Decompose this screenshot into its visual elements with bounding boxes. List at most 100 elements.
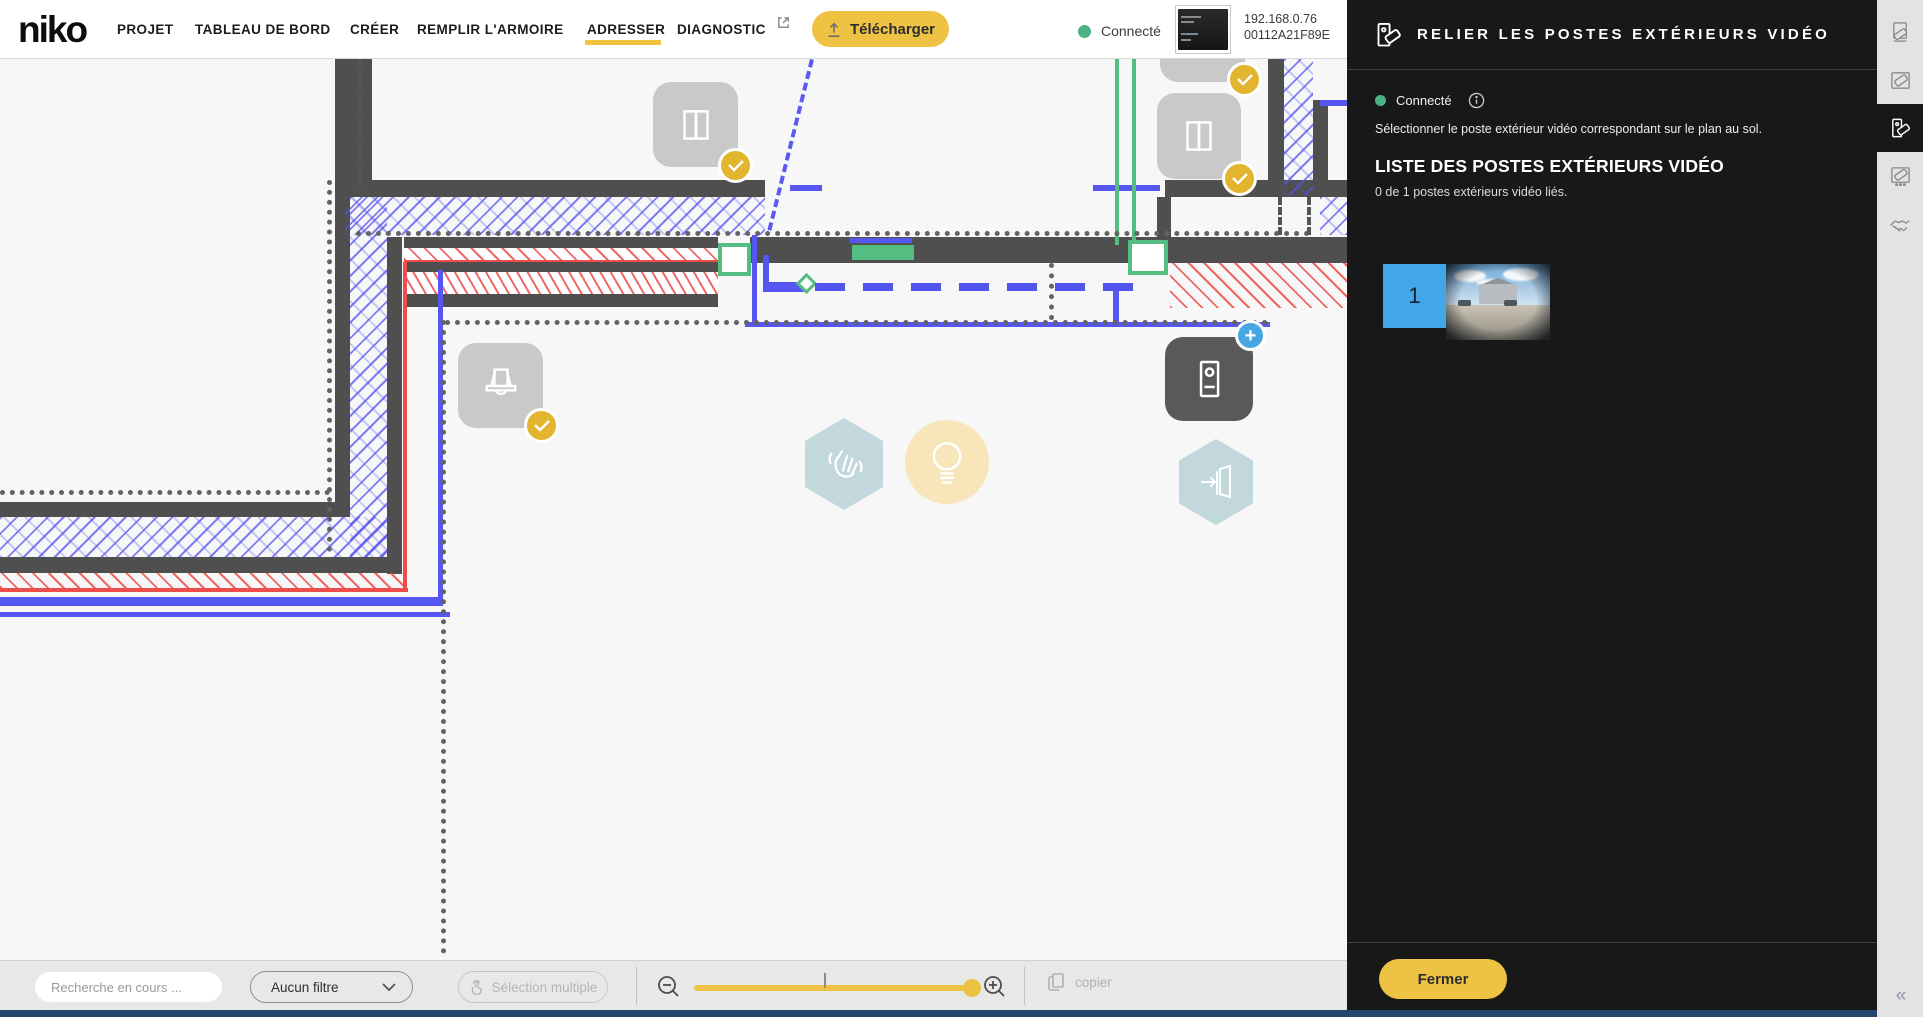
panel-status-label: Connecté <box>1396 93 1452 108</box>
copy-icon <box>1046 971 1066 993</box>
floorplan-blue-line <box>0 612 450 617</box>
floorplan-hatch-red <box>0 573 404 588</box>
nav-diagnostic[interactable]: DIAGNOSTIC <box>677 0 766 59</box>
floorplan-wall <box>1313 100 1328 197</box>
panel-title: RELIER LES POSTES EXTÉRIEURS VIDÉO <box>1417 26 1830 43</box>
floorplan-wall <box>404 262 718 272</box>
floorplan-green-line <box>1115 59 1119 245</box>
zoom-slider[interactable] <box>694 985 972 991</box>
controller-ip: 192.168.0.76 <box>1244 11 1330 27</box>
status-label: Connecté <box>1101 23 1161 39</box>
floorplan-dashed-line <box>358 59 362 187</box>
device-icon-hand-wave[interactable] <box>805 418 883 510</box>
controller-thumbnail <box>1175 5 1231 54</box>
tab-address-label-icon[interactable] <box>1877 56 1923 104</box>
controller-image <box>1178 9 1228 50</box>
doorstation-camera-thumbnail <box>1446 264 1550 340</box>
floorplan-blue-line <box>1320 100 1347 106</box>
tab-handshake-icon[interactable] <box>1877 201 1923 249</box>
check-badge-icon <box>1227 62 1262 97</box>
floorplan-blue-line <box>790 185 822 191</box>
panel-connection-status: Connecté <box>1375 92 1485 109</box>
tab-link-doorstation-icon[interactable] <box>1877 104 1923 152</box>
info-icon[interactable] <box>1468 92 1485 109</box>
filter-dropdown[interactable]: Aucun filtre <box>250 971 413 1003</box>
nav-tableau-de-bord[interactable]: TABLEAU DE BORD <box>195 0 331 59</box>
zoom-out-button[interactable] <box>656 974 682 1000</box>
floorplan-wall <box>0 557 402 573</box>
panel-count-text: 0 de 1 postes extérieurs vidéo liés. <box>1375 185 1567 199</box>
floorplan-dotted-line <box>441 320 446 954</box>
floorplan-dotted-line <box>445 320 1268 325</box>
floorplan-red-line <box>0 588 408 592</box>
device-icon-light[interactable] <box>905 420 989 504</box>
light-bulb-icon <box>922 437 972 487</box>
check-badge-icon <box>718 148 753 183</box>
multi-select-button[interactable]: Sélection multiple <box>458 971 608 1003</box>
controller-id: 00112A21F89E <box>1244 27 1330 43</box>
nav-projet[interactable]: PROJET <box>117 0 173 59</box>
controller-address: 192.168.0.76 00112A21F89E <box>1244 11 1330 43</box>
search-input[interactable] <box>35 972 222 1002</box>
niko-logo: niko <box>18 9 86 51</box>
floorplan-blue-line <box>0 597 443 606</box>
floorplan-hatch-red <box>404 248 718 262</box>
bottom-toolbar: Aucun filtre Sélection multiple copier <box>0 960 1347 1010</box>
floorplan-wall <box>335 59 372 187</box>
floorplan-green-bar <box>852 245 914 260</box>
copy-button[interactable]: copier <box>1046 971 1112 993</box>
tab-address-devices-icon[interactable] <box>1877 8 1923 56</box>
device-icon-door-access[interactable] <box>1179 439 1253 525</box>
floorplan-blue-line <box>752 235 757 325</box>
download-label: Télécharger <box>850 21 935 38</box>
toolbar-divider <box>1024 967 1025 1005</box>
top-navigation-bar: niko PROJET TABLEAU DE BORD CRÉER REMPLI… <box>0 0 1347 59</box>
floorplan-hatch-blue <box>1284 59 1313 195</box>
floorplan-canvas[interactable]: + <box>0 59 1347 960</box>
floorplan-blue-line <box>850 238 912 243</box>
floorplan-hatch-red <box>1170 263 1347 308</box>
filter-label: Aucun filtre <box>271 980 339 995</box>
bottom-edge-strip <box>0 1010 1877 1017</box>
add-link-badge[interactable]: + <box>1235 320 1266 351</box>
doorstation-number: 1 <box>1383 264 1446 328</box>
check-badge-icon <box>524 408 559 443</box>
floorplan-dotted-line <box>327 180 332 552</box>
tab-address-tag-icon[interactable] <box>1877 152 1923 200</box>
zoom-in-button[interactable] <box>982 974 1008 1000</box>
multi-select-label: Sélection multiple <box>492 980 598 995</box>
panel-header: RELIER LES POSTES EXTÉRIEURS VIDÉO <box>1347 0 1877 70</box>
link-doorstation-icon <box>1375 21 1403 49</box>
floorplan-wall <box>1268 59 1284 195</box>
floorplan-wall <box>404 237 718 248</box>
zoom-slider-handle[interactable] <box>963 979 981 997</box>
door-enter-icon <box>1194 460 1238 504</box>
toolbar-divider <box>636 967 637 1005</box>
panel-description: Sélectionner le poste extérieur vidéo co… <box>1375 122 1835 136</box>
floorplan-dashed-line <box>1278 197 1282 235</box>
panel-list-title: LISTE DES POSTES EXTÉRIEURS VIDÉO <box>1375 156 1724 177</box>
nav-creer[interactable]: CRÉER <box>350 0 399 59</box>
switch-icon <box>673 102 719 148</box>
status-dot-icon <box>1375 95 1386 106</box>
doorstation-list-item[interactable]: 1 <box>1383 264 1550 340</box>
floorplan-red-line <box>403 262 407 592</box>
collapse-panel-button[interactable]: « <box>1877 982 1923 1010</box>
floorplan-dotted-line <box>356 231 1310 236</box>
floorplan-blue-dashed-line <box>767 59 813 231</box>
bell-icon <box>477 362 525 410</box>
copy-label: copier <box>1075 975 1112 990</box>
nav-adresser[interactable]: ADRESSER <box>587 0 665 59</box>
floorplan-blue-line <box>1093 185 1160 191</box>
download-button[interactable]: Télécharger <box>812 11 949 47</box>
doorstation-icon <box>1184 354 1234 404</box>
device-icon-video-doorstation[interactable] <box>1165 337 1253 421</box>
active-tab-underline <box>585 40 661 45</box>
nav-remplir-armoire[interactable]: REMPLIR L'ARMOIRE <box>417 0 564 59</box>
switch-icon <box>1176 113 1222 159</box>
close-button[interactable]: Fermer <box>1379 959 1507 999</box>
check-badge-icon <box>1222 161 1257 196</box>
floorplan-wall <box>750 237 1347 263</box>
floorplan-dotted-line <box>0 490 330 495</box>
floorplan-hatch-blue <box>350 197 387 557</box>
